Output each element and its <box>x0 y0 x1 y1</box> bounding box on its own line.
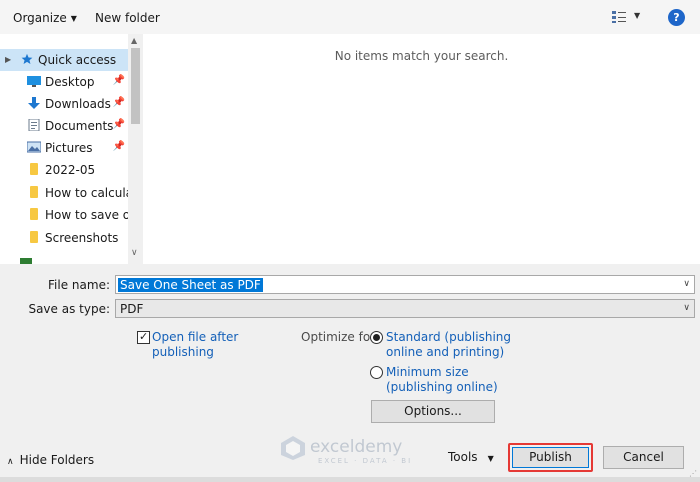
exceldemy-watermark: exceldemy EXCEL · DATA · BI <box>280 433 430 467</box>
open-file-after-line2: publishing <box>152 345 214 359</box>
documents-icon <box>28 119 40 131</box>
pin-icon: 📌 <box>112 141 125 152</box>
view-menu-chevron-icon[interactable]: ▼ <box>634 11 640 20</box>
nav-item-downloads[interactable]: Downloads 📌 <box>0 93 128 115</box>
pin-icon: 📌 <box>112 97 125 108</box>
help-icon[interactable]: ? <box>668 9 685 26</box>
scroll-down-arrow-icon[interactable]: ∨ <box>131 248 138 258</box>
folder-icon <box>30 231 38 243</box>
standard-line1: Standard (publishing <box>386 330 512 344</box>
minimum-size-label[interactable]: Minimum size (publishing online) <box>386 365 498 395</box>
nav-item-label: Desktop <box>45 75 95 89</box>
hide-folders-label: Hide Folders <box>19 453 95 467</box>
open-file-after-label[interactable]: Open file after publishing <box>152 330 238 360</box>
minimum-line2: (publishing online) <box>386 380 498 394</box>
toolbar: Organize ▼ New folder ▼ ? <box>0 0 700 34</box>
pin-icon: 📌 <box>112 119 125 130</box>
scroll-up-arrow-icon[interactable]: ▲ <box>131 36 137 45</box>
onedrive-icon <box>20 258 32 264</box>
chevron-down-icon: ▼ <box>487 454 494 463</box>
publish-button[interactable]: Publish <box>512 447 589 468</box>
save-as-type-label: Save as type: <box>28 302 110 316</box>
desktop-icon <box>27 76 41 87</box>
nav-item-label: Documents <box>45 119 114 133</box>
nav-item-quick-access[interactable]: ▶ Quick access <box>0 49 128 71</box>
minimum-line1: Minimum size <box>386 365 469 379</box>
file-list-area[interactable]: No items match your search. <box>143 34 700 264</box>
options-button[interactable]: Options... <box>371 400 495 423</box>
nav-item-label: How to save one <box>45 208 128 222</box>
save-as-type-select[interactable]: PDF ∨ <box>115 299 695 318</box>
nav-item-label: Screenshots <box>45 231 119 245</box>
publish-highlight-box: Publish <box>508 443 593 472</box>
tools-button[interactable]: Tools ▼ <box>448 450 494 464</box>
empty-message: No items match your search. <box>334 49 509 63</box>
checkmark-icon: ✓ <box>139 330 149 343</box>
standard-line2: online and printing) <box>386 345 505 359</box>
folder-icon <box>30 208 38 220</box>
bottom-strip <box>0 477 700 482</box>
organize-label: Organize <box>13 11 67 25</box>
file-name-value: Save One Sheet as PDF <box>118 278 263 292</box>
tools-label: Tools <box>448 450 478 464</box>
nav-item-folder-screenshots[interactable]: Screenshots <box>0 227 128 249</box>
nav-item-folder-2022-05[interactable]: 2022-05 <box>0 159 128 181</box>
organize-button[interactable]: Organize ▼ <box>13 11 77 25</box>
nav-item-folder-how-to-calculate[interactable]: How to calculate <box>0 182 128 204</box>
nav-item-label: Quick access <box>38 53 117 67</box>
cancel-button[interactable]: Cancel <box>603 446 684 469</box>
standard-label[interactable]: Standard (publishing online and printing… <box>386 330 511 360</box>
chevron-up-icon: ∧ <box>7 457 14 467</box>
nav-scrollbar[interactable]: ▲ ∨ <box>128 34 143 264</box>
nav-item-partial <box>0 258 128 264</box>
nav-item-documents[interactable]: Documents 📌 <box>0 115 128 137</box>
nav-item-label: Downloads <box>45 97 111 111</box>
folder-icon <box>30 186 38 198</box>
open-file-after-checkbox[interactable]: ✓ <box>137 330 150 344</box>
chevron-down-icon[interactable]: ∨ <box>683 279 690 289</box>
file-name-label: File name: <box>48 278 110 292</box>
nav-item-label: How to calculate <box>45 186 128 200</box>
star-icon <box>21 53 33 64</box>
file-name-input[interactable]: Save One Sheet as PDF ∨ <box>115 275 695 294</box>
new-folder-button[interactable]: New folder <box>95 11 160 25</box>
pin-icon: 📌 <box>112 75 125 86</box>
standard-radio[interactable] <box>370 331 383 344</box>
watermark-name: exceldemy <box>310 437 403 457</box>
save-as-type-value: PDF <box>120 302 144 316</box>
scrollbar-thumb[interactable] <box>131 48 140 124</box>
pictures-icon <box>27 141 41 153</box>
view-options-icon[interactable] <box>611 10 627 24</box>
folder-icon <box>30 163 38 175</box>
watermark-tagline: EXCEL · DATA · BI <box>318 457 413 465</box>
nav-item-folder-how-to-save-one[interactable]: How to save one <box>0 204 128 226</box>
exceldemy-logo-icon <box>281 436 305 460</box>
minimum-size-radio[interactable] <box>370 366 383 379</box>
hide-folders-button[interactable]: ∧ Hide Folders <box>7 453 94 467</box>
nav-item-desktop[interactable]: Desktop 📌 <box>0 71 128 93</box>
radio-selected-dot <box>373 334 380 341</box>
nav-item-label: Pictures <box>45 141 93 155</box>
nav-item-pictures[interactable]: Pictures 📌 <box>0 137 128 159</box>
open-file-after-line1: Open file after <box>152 330 239 344</box>
optimize-for-label: Optimize for: <box>301 330 379 344</box>
expand-arrow-icon[interactable]: ▶ <box>5 55 11 64</box>
navigation-pane: ▶ Quick access Desktop 📌 Downloads 📌 Doc… <box>0 34 143 264</box>
chevron-down-icon[interactable]: ∨ <box>683 303 690 313</box>
chevron-down-icon: ▼ <box>70 14 77 23</box>
nav-item-label: 2022-05 <box>45 163 96 177</box>
download-arrow-icon <box>28 97 40 109</box>
